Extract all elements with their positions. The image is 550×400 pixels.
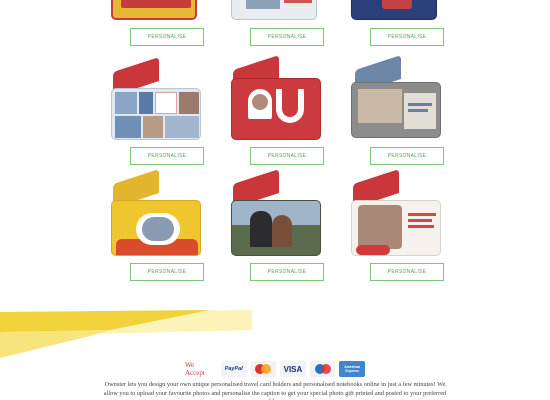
- product-image[interactable]: [351, 0, 437, 20]
- american-express-logo-icon: American Express: [339, 361, 366, 377]
- product-image[interactable]: [231, 78, 321, 140]
- personalise-button[interactable]: PERSONALISE: [370, 28, 444, 46]
- product-image[interactable]: [231, 200, 321, 256]
- personalise-button[interactable]: PERSONALISE: [250, 147, 324, 165]
- maestro-logo-icon: [309, 361, 336, 377]
- product-image[interactable]: [231, 0, 317, 20]
- product-image[interactable]: [111, 200, 201, 256]
- mastercard-logo-icon: [250, 361, 277, 377]
- product-image[interactable]: [111, 0, 197, 20]
- personalise-button[interactable]: PERSONALISE: [250, 28, 324, 46]
- personalise-button[interactable]: PERSONALISE: [130, 28, 204, 46]
- product-image[interactable]: [111, 88, 201, 140]
- personalise-button[interactable]: PERSONALISE: [370, 147, 444, 165]
- personalise-button[interactable]: PERSONALISE: [370, 263, 444, 281]
- personalise-button[interactable]: PERSONALISE: [130, 263, 204, 281]
- personalise-button[interactable]: PERSONALISE: [130, 147, 204, 165]
- product-image[interactable]: [351, 200, 441, 256]
- visa-logo-icon: VISA: [280, 361, 306, 377]
- personalise-button[interactable]: PERSONALISE: [250, 263, 324, 281]
- we-accept-label: We Accept: [185, 361, 205, 377]
- payment-methods: We Accept PayPal VISA American Express: [185, 359, 366, 379]
- paypal-logo-icon: PayPal: [220, 361, 247, 377]
- about-text: Ownster lets you design your own unique …: [103, 381, 447, 400]
- product-image[interactable]: [351, 82, 441, 138]
